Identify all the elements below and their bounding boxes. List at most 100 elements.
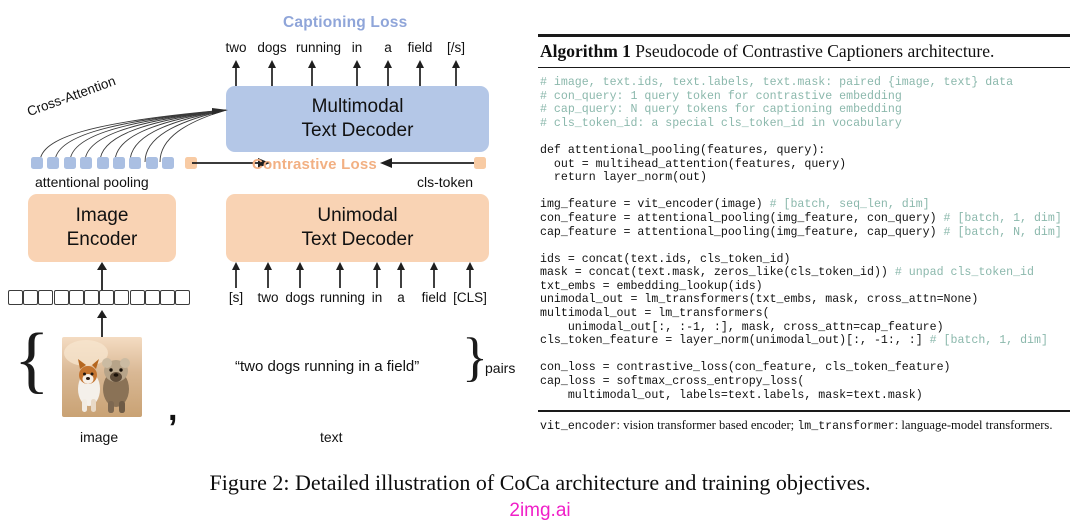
code-text: multimodal_out = lm_transformers( [540, 307, 770, 321]
unimodal-text-decoder-box: Unimodal Text Decoder [226, 194, 489, 262]
code-text: cls_token_feature = layer_norm(unimodal_… [540, 334, 930, 348]
footnote-text: : vision transformer based encoder; [616, 417, 798, 432]
code-text: ids = concat(text.ids, cls_token_id) [540, 252, 791, 266]
pooling-square [80, 157, 93, 169]
pooling-square [129, 157, 142, 169]
code-line: con_loss = contrastive_loss(con_feature,… [540, 361, 1068, 375]
code-comment: # [batch, N, dim] [943, 225, 1062, 239]
input-token: [CLS] [453, 290, 487, 305]
output-token: running [296, 40, 342, 55]
code-line: multimodal_out = lm_transformers( [540, 307, 1068, 321]
code-line: cls_token_feature = layer_norm(unimodal_… [540, 334, 1068, 348]
code-line [540, 185, 1068, 199]
image-patch-square [144, 290, 160, 305]
output-token: in [351, 40, 363, 55]
pooling-square [31, 157, 43, 169]
algorithm-footnote: vit_encoder: vision transformer based en… [538, 412, 1070, 433]
image-encoder-line2: Encoder [66, 229, 138, 250]
image-patch-square [8, 290, 23, 305]
code-text: unimodal_out[:, :-1, :], mask, cross_att… [540, 320, 944, 334]
code-comment: # [batch, seq_len, dim] [769, 198, 930, 212]
code-line: def attentional_pooling(features, query)… [540, 144, 1068, 158]
code-line: ids = concat(text.ids, cls_token_id) [540, 253, 1068, 267]
code-line: out = multihead_attention(features, quer… [540, 158, 1068, 172]
input-token-arrow [336, 262, 344, 288]
pair-caption-text: “two dogs running in a field” [235, 358, 420, 375]
input-token-arrow [264, 262, 272, 288]
output-token: field [407, 40, 433, 55]
unimodal-decoder-line2: Text Decoder [301, 229, 414, 250]
image-patch-square [23, 290, 39, 305]
code-comment: # image, text.ids, text.labels, text.mas… [540, 75, 1014, 89]
pooling-square [162, 157, 175, 169]
code-comment: # unpad cls_token_id [894, 266, 1034, 280]
code-text: out = multihead_attention(features, quer… [540, 157, 847, 171]
code-line: img_feature = vit_encoder(image) # [batc… [540, 198, 1068, 212]
code-line: mask = concat(text.mask, zeros_like(cls_… [540, 266, 1068, 280]
image-patch-square [99, 290, 115, 305]
output-token: dogs [257, 40, 287, 55]
code-line [540, 348, 1068, 362]
pooling-square [113, 157, 125, 169]
pooling-square [63, 157, 76, 169]
pooling-square [96, 157, 109, 169]
multimodal-text-decoder-box: Multimodal Text Decoder [226, 86, 489, 152]
code-comment: # [batch, 1, dim] [943, 211, 1062, 225]
code-text: mask = concat(text.mask, zeros_like(cls_… [540, 266, 895, 280]
code-line: con_feature = attentional_pooling(img_fe… [540, 212, 1068, 226]
unimodal-decoder-line1: Unimodal [317, 205, 398, 227]
algorithm-block: Algorithm 1 Pseudocode of Contrastive Ca… [538, 34, 1070, 434]
footnote-text: : language-model transformers. [894, 417, 1053, 432]
image-to-patch-arrow [97, 310, 107, 338]
input-token-arrow [430, 262, 438, 288]
footnote-code: vit_encoder [540, 419, 617, 433]
algorithm-pseudocode: # image, text.ids, text.labels, text.mas… [538, 68, 1070, 410]
coca-architecture-diagram: Captioning Loss two dogs running in a field [/… [0, 0, 530, 460]
image-encoder-line1: Image [75, 205, 129, 227]
input-token-arrow [466, 262, 474, 288]
code-line [540, 130, 1068, 144]
multimodal-decoder-line2: Text Decoder [301, 120, 414, 141]
left-brace: { [14, 319, 50, 401]
code-text: con_loss = contrastive_loss(con_feature,… [540, 361, 951, 375]
pooling-square [47, 157, 60, 169]
input-token-arrow [373, 262, 381, 288]
algorithm-title-bold: Algorithm 1 [540, 40, 631, 61]
output-token-arrow [308, 60, 316, 86]
attentional-pooling-label: attentional pooling [35, 174, 149, 190]
output-token-arrow [452, 60, 460, 86]
input-token-arrow [232, 262, 240, 288]
image-patch-square [68, 290, 84, 305]
cls-to-contrastive-arrow [380, 158, 476, 168]
output-token-arrow [416, 60, 424, 86]
output-token: two [225, 40, 247, 55]
code-text: def attentional_pooling(features, query)… [540, 143, 826, 157]
code-line: unimodal_out = lm_transformers(txt_embs,… [540, 293, 1068, 307]
image-patch-square [175, 290, 191, 305]
code-text: img_feature = vit_encoder(image) [540, 198, 770, 212]
output-token: a [384, 40, 392, 55]
text-modality-label: text [320, 429, 343, 445]
code-comment: # con_query: 1 query token for contrasti… [540, 89, 902, 103]
code-line: multimodal_out, labels=text.labels, mask… [540, 389, 1068, 403]
code-line: unimodal_out[:, :-1, :], mask, cross_att… [540, 321, 1068, 335]
code-line: # image, text.ids, text.labels, text.mas… [540, 76, 1068, 90]
image-patch-square [84, 290, 99, 305]
code-line: # cap_query: N query tokens for captioni… [540, 103, 1068, 117]
captioning-loss-label: Captioning Loss [283, 14, 408, 31]
algorithm-title: Algorithm 1 Pseudocode of Contrastive Ca… [538, 37, 1070, 67]
code-line [540, 239, 1068, 253]
code-text: txt_embs = embedding_lookup(ids) [540, 279, 763, 293]
code-text: cap_loss = softmax_cross_entropy_loss( [540, 375, 805, 389]
input-token: dogs [285, 290, 315, 305]
code-text: cap_feature = attentional_pooling(img_fe… [540, 225, 944, 239]
input-token: running [320, 290, 366, 305]
pairs-label: pairs [485, 360, 516, 376]
image-patch-square [53, 290, 69, 305]
image-encoder-box: Image Encoder [28, 194, 176, 262]
code-text: return layer_norm(out) [540, 171, 707, 185]
